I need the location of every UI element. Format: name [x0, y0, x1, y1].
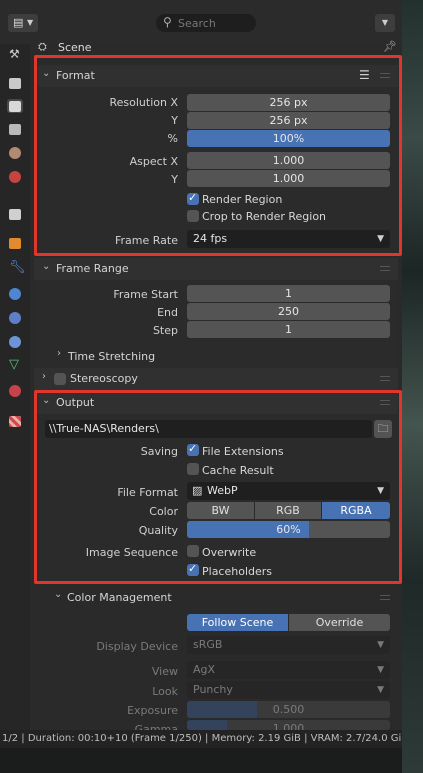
collection-tab[interactable] — [7, 207, 23, 221]
particles-tab[interactable] — [7, 287, 23, 301]
chevron-down-icon: ▼ — [377, 640, 384, 650]
exposure-value: 0.500 — [272, 703, 305, 716]
color-management-subpanel-header[interactable]: ⌄ Color Management — [48, 588, 398, 608]
color-management-title: Color Management — [67, 591, 172, 604]
exposure-slider-fill — [187, 701, 257, 718]
world-tab[interactable] — [7, 170, 23, 184]
search-placeholder: Search — [178, 17, 216, 30]
frame-start-label: Frame Start — [113, 288, 178, 301]
chevron-right-icon: › — [42, 371, 46, 382]
object-icon — [9, 238, 21, 249]
editor-type-button[interactable]: ▤ ▼ — [8, 14, 38, 32]
gamma-slider-fill — [187, 720, 227, 730]
camera-icon — [9, 78, 21, 89]
gamma-value: 1.000 — [272, 722, 305, 730]
printer-icon — [9, 101, 21, 112]
editor-header: ▤ ▼ ⚲ Search ▼ — [0, 0, 402, 44]
stereoscopy-title: Stereoscopy — [70, 372, 138, 385]
scene-tab[interactable] — [7, 146, 23, 160]
constraint-icon — [9, 336, 21, 348]
physics-icon — [9, 312, 21, 324]
scene-icon: ⛭ — [38, 40, 47, 53]
display-device-label: Display Device — [96, 640, 178, 653]
search-icon: ⚲ — [163, 15, 172, 29]
texture-icon — [9, 416, 21, 427]
override-button[interactable]: Override — [289, 614, 390, 631]
world-icon — [9, 171, 21, 183]
follow-scene-button[interactable]: Follow Scene — [187, 614, 288, 631]
properties-icon: ▤ — [13, 16, 24, 29]
drag-handle[interactable] — [380, 266, 390, 271]
look-label: Look — [152, 685, 178, 698]
chevron-down-icon: ⌄ — [54, 589, 63, 600]
frame-end-label: End — [157, 306, 178, 319]
chevron-down-icon: ▼ — [377, 665, 384, 675]
status-bar: 1/2 | Duration: 00:10+10 (Frame 1/250) |… — [0, 730, 402, 748]
object-tab[interactable] — [7, 236, 23, 250]
look-value: Punchy — [193, 683, 233, 696]
exposure-slider[interactable]: 0.500 — [187, 701, 390, 718]
frame-step-field[interactable]: 1 — [187, 321, 390, 338]
view-value: AgX — [193, 663, 216, 676]
pin-icon[interactable]: 📌︎ — [383, 40, 397, 53]
search-input[interactable]: ⚲ Search — [156, 14, 256, 32]
display-device-value: sRGB — [193, 638, 223, 651]
wrench-icon: 🔧︎ — [9, 260, 26, 275]
highlight-box-output — [34, 390, 402, 584]
look-dropdown[interactable]: Punchy ▼ — [187, 681, 390, 699]
particles-icon — [9, 288, 21, 300]
frame-range-panel-title: Frame Range — [56, 262, 129, 275]
modifier-tab[interactable]: 🔧︎ — [7, 260, 26, 276]
view-layer-tab[interactable] — [7, 122, 23, 136]
time-stretching-subpanel[interactable]: Time Stretching — [68, 350, 155, 363]
drag-handle[interactable] — [380, 376, 390, 381]
properties-tabs: ⚒ 🔧︎ ▽ — [0, 44, 30, 730]
material-icon — [9, 385, 21, 397]
chevron-down-icon: ▼ — [27, 18, 34, 27]
chevron-down-icon: ▼ — [377, 685, 384, 695]
stereoscopy-panel-header[interactable]: › Stereoscopy — [34, 368, 398, 390]
stereoscopy-checkbox[interactable] — [54, 373, 66, 385]
gamma-slider[interactable]: 1.000 — [187, 720, 390, 730]
render-tab[interactable] — [7, 76, 23, 90]
view-dropdown[interactable]: AgX ▼ — [187, 661, 390, 679]
physics-tab[interactable] — [7, 311, 23, 325]
collection-icon — [9, 209, 21, 220]
frame-end-field[interactable]: 250 — [187, 303, 390, 320]
display-device-dropdown[interactable]: sRGB ▼ — [187, 636, 390, 654]
drag-handle[interactable] — [380, 595, 390, 600]
texture-tab[interactable] — [7, 414, 23, 428]
output-tab[interactable] — [7, 99, 23, 113]
chevron-right-icon[interactable]: › — [57, 348, 61, 359]
tool-tab[interactable]: ⚒ — [7, 47, 23, 62]
data-tab[interactable]: ▽ — [7, 357, 23, 373]
exposure-label: Exposure — [127, 704, 178, 717]
material-tab[interactable] — [7, 384, 23, 398]
scene-icon — [9, 147, 21, 159]
scene-label: Scene — [58, 41, 92, 54]
frame-start-field[interactable]: 1 — [187, 285, 390, 302]
constraints-tab[interactable] — [7, 335, 23, 349]
data-icon: ▽ — [9, 357, 19, 372]
tool-icon: ⚒ — [9, 47, 20, 61]
options-dropdown-button[interactable]: ▼ — [375, 14, 395, 32]
highlight-box-format — [34, 55, 402, 256]
image-stack-icon — [9, 124, 21, 135]
chevron-down-icon: ⌄ — [42, 261, 51, 272]
view-label: View — [151, 665, 178, 678]
frame-range-panel-header[interactable]: ⌄ Frame Range — [34, 258, 398, 280]
frame-step-label: Step — [152, 324, 178, 337]
desktop-background — [402, 0, 423, 773]
